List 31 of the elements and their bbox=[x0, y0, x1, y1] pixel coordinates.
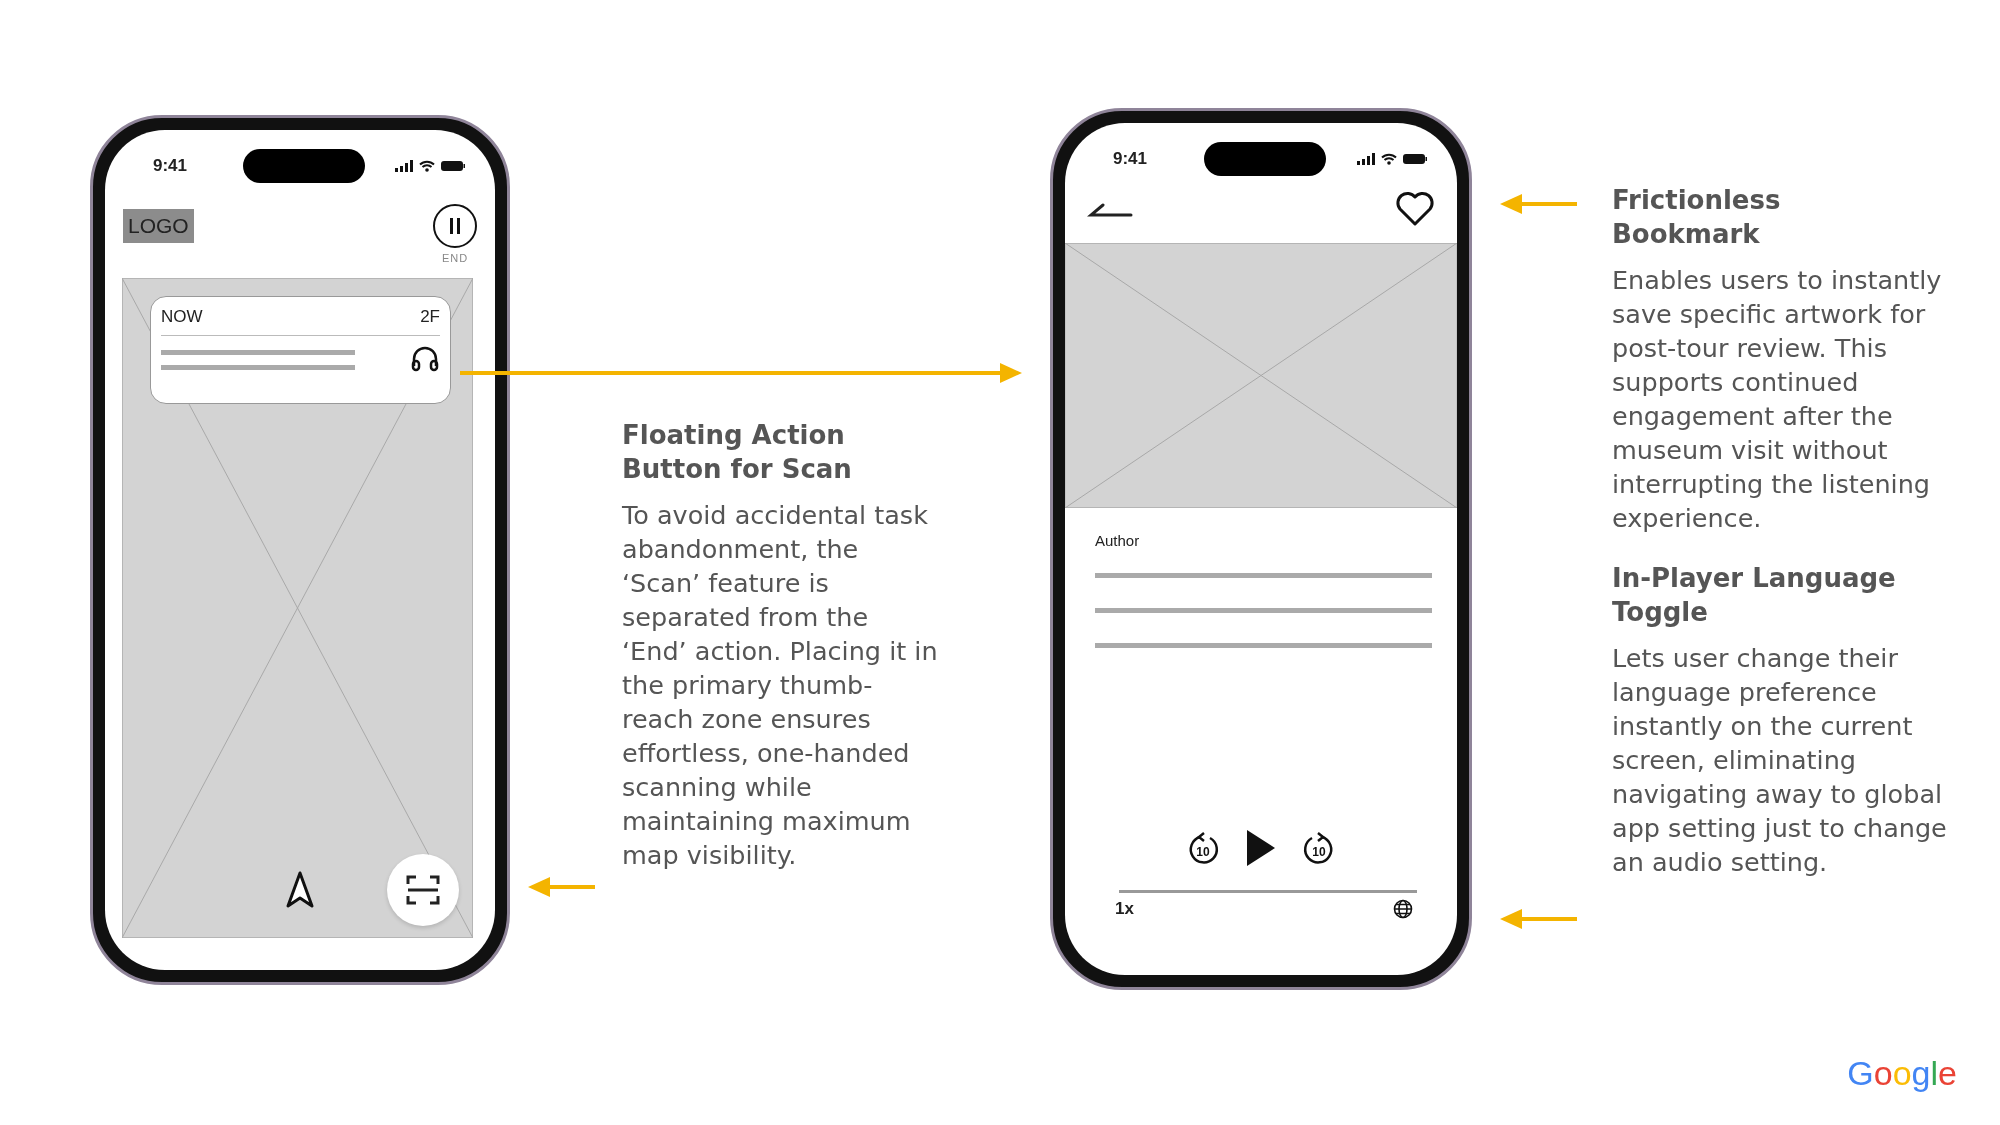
now-playing-card[interactable]: NOW 2F bbox=[150, 296, 451, 404]
end-label: END bbox=[441, 252, 469, 264]
battery-icon bbox=[1403, 153, 1427, 165]
signal-icon bbox=[395, 160, 413, 172]
annotation-title: Floating Action Button for Scan bbox=[622, 419, 853, 486]
callout-arrow bbox=[528, 877, 595, 897]
annotation-title: In-Player Language Toggle bbox=[1612, 562, 1897, 629]
battery-icon bbox=[441, 160, 465, 172]
status-time: 9:41 bbox=[153, 156, 189, 176]
brand-logo: Google bbox=[1847, 1054, 1957, 1093]
signal-icon bbox=[1357, 153, 1375, 165]
play-icon[interactable] bbox=[1245, 828, 1277, 868]
headphones-icon bbox=[410, 344, 440, 372]
annotation-text: Enables users to instantly save specific artwork for post-tour review. This supports continued engagement after the museum visit without interrupting the listening experience. bbox=[1612, 264, 1943, 535]
floor-label: 2F bbox=[420, 307, 440, 327]
speed-button[interactable]: 1x bbox=[1115, 899, 1134, 919]
wifi-icon bbox=[419, 160, 435, 172]
annotation-text: Lets user change their language preference instantly on the current screen, eliminating navigating away to global app setting just to change an audio setting. bbox=[1612, 642, 1948, 879]
status-time: 9:41 bbox=[1113, 149, 1149, 169]
pause-button[interactable] bbox=[433, 204, 477, 248]
scan-icon bbox=[406, 874, 440, 906]
now-label: NOW bbox=[161, 307, 203, 327]
author-label: Author bbox=[1095, 532, 1141, 549]
logo: LOGO bbox=[123, 209, 194, 243]
annotation-title: Frictionless Bookmark bbox=[1612, 184, 1782, 251]
heart-icon[interactable] bbox=[1395, 191, 1435, 227]
annotation-text: To avoid accidental task abandonment, the ‘Scan’ feature is separated from the ‘End’ action. Placing it in the primary thumb-reach zone ensures effortless, one-handed scanning while maintaining maximum map visibility. bbox=[622, 499, 939, 872]
navigation-icon[interactable] bbox=[285, 870, 315, 910]
pause-icon bbox=[449, 218, 461, 234]
globe-icon[interactable] bbox=[1393, 899, 1413, 919]
wifi-icon bbox=[1381, 153, 1397, 165]
